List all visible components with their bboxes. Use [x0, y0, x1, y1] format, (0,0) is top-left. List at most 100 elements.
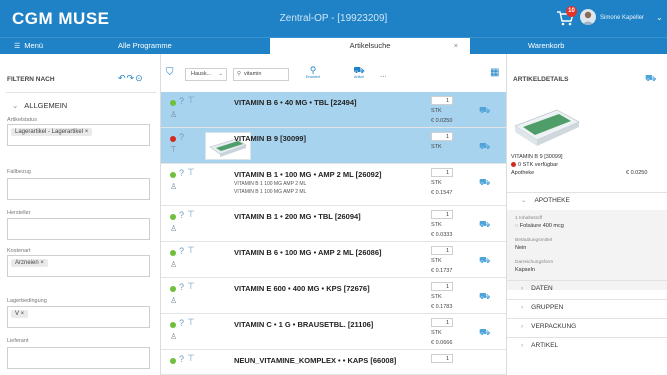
search-input[interactable]: ⚲ vitamin: [233, 68, 289, 81]
help-icon[interactable]: ?: [179, 168, 184, 178]
add-to-cart-icon[interactable]: ⛟: [479, 219, 490, 231]
tab-cart[interactable]: Warenkorb: [528, 38, 564, 55]
help-icon[interactable]: ?: [179, 210, 184, 220]
article-price: € 0.1783: [431, 304, 453, 310]
field-label: Betäubungsmittel: [515, 238, 553, 243]
status-dot: [170, 136, 176, 142]
field-value: Kapseln: [515, 267, 535, 273]
article-unit: STK: [431, 330, 442, 336]
filter-label: Artikelstatus: [7, 117, 37, 123]
filter-case-field[interactable]: [7, 178, 150, 200]
chevron-right-icon: ›: [521, 304, 524, 311]
notification-badge: 10: [566, 6, 577, 17]
table-row[interactable]: ? ⊤ ♙ VITAMIN C • 1 G • BRAUSETBL. [2110…: [161, 314, 506, 350]
section-article[interactable]: › ARTIKEL: [507, 337, 667, 353]
field-value: Nein: [515, 245, 527, 251]
add-to-cart-icon[interactable]: ⛟: [645, 73, 656, 85]
filter-chip[interactable]: V ×: [11, 310, 29, 318]
add-to-cart-icon[interactable]: ⛟: [479, 177, 490, 189]
quantity-input[interactable]: 1: [431, 246, 453, 255]
redo-icon[interactable]: ↷: [127, 73, 136, 83]
help-icon[interactable]: ?: [179, 132, 184, 142]
extended-search-button[interactable]: ⚲ Erweitert: [303, 65, 323, 79]
details-price: € 0.0250: [626, 170, 648, 176]
filter-icon[interactable]: ⛉: [166, 67, 174, 78]
reset-icon[interactable]: ⊙: [135, 73, 144, 83]
undo-icon[interactable]: ↶: [118, 73, 127, 83]
quantity-input[interactable]: 1: [431, 168, 453, 177]
details-location: Apotheke: [511, 170, 535, 176]
section-packaging[interactable]: › VERPACKUNG: [507, 318, 667, 334]
tab-all-programs[interactable]: Alle Programme: [118, 38, 172, 55]
filter-label: Fallbezug: [7, 169, 31, 175]
section-data[interactable]: › DATEN: [507, 280, 667, 296]
table-row[interactable]: ? ⊤ ♙ VITAMIN B 6 • 40 MG • TBL [22494] …: [161, 92, 506, 128]
status-dot: [170, 214, 176, 220]
article-price: € 0.0666: [431, 340, 453, 346]
article-button[interactable]: ⛟ Artikel: [349, 65, 369, 79]
article-unit: STK: [431, 108, 442, 114]
table-row[interactable]: ? ⊤ ♙ VITAMIN B 1 • 100 MG • AMP 2 ML [2…: [161, 164, 506, 206]
pharmacy-details: 1 Inhaltsstoff ◌ Folsäure 400 mcg Betäub…: [507, 210, 667, 290]
filter-group-general[interactable]: ⌄ ALLGEMEIN: [12, 101, 67, 110]
filter-supplier-field[interactable]: [7, 347, 150, 369]
details-stock: 0 STK verfügbar: [511, 162, 558, 168]
table-row[interactable]: ? ⊤ ♙ VITAMIN B 1 • 200 MG • TBL [26094]…: [161, 206, 506, 242]
person-icon: ♙: [170, 182, 178, 191]
add-to-cart-icon[interactable]: ⛟: [479, 105, 490, 117]
article-unit: STK: [431, 144, 442, 150]
help-icon[interactable]: ?: [179, 96, 184, 106]
grid-view-icon[interactable]: ▦: [490, 67, 499, 78]
add-to-cart-icon[interactable]: ⛟: [479, 291, 490, 303]
help-icon[interactable]: ?: [179, 282, 184, 292]
help-icon[interactable]: ?: [179, 354, 184, 364]
user-name[interactable]: Simone Kapeller: [600, 15, 644, 21]
quantity-input[interactable]: 1: [431, 210, 453, 219]
filter-chip[interactable]: Lagerartikel - Lagerartikel ×: [11, 128, 93, 136]
filter-costtype-field[interactable]: Arzneien ×: [7, 255, 150, 277]
help-icon[interactable]: ?: [179, 318, 184, 328]
chevron-right-icon: ›: [521, 285, 524, 292]
table-row[interactable]: ? ⊤ NEUN_VITAMINE_KOMPLEX • • KAPS [6600…: [161, 350, 506, 375]
quantity-input[interactable]: 1: [431, 282, 453, 291]
filter-label: Kostenart: [7, 248, 31, 254]
table-row[interactable]: ? ⊤ VITAMIN B 9 [30099] 1 STK ⛟: [161, 128, 506, 164]
temperature-icon: ⊤: [187, 167, 195, 177]
cart-icon: ⛟: [353, 65, 365, 75]
article-name: VITAMIN B 6 • 100 MG • AMP 2 ML [26086]: [234, 248, 382, 257]
location-select[interactable]: Hausk... ⌄: [185, 68, 227, 81]
table-row[interactable]: ? ⊤ ♙ VITAMIN E 600 • 400 MG • KPS [7267…: [161, 278, 506, 314]
person-icon: ♙: [170, 110, 178, 119]
add-to-cart-icon[interactable]: ⛟: [479, 255, 490, 267]
article-name: VITAMIN B 1 • 100 MG • AMP 2 ML [26092]: [234, 170, 382, 179]
add-to-cart-icon[interactable]: ⛟: [479, 141, 490, 153]
quantity-input[interactable]: 1: [431, 318, 453, 327]
close-icon[interactable]: ×: [454, 38, 458, 54]
section-groups[interactable]: › GRUPPEN: [507, 299, 667, 315]
filter-label: Hersteller: [7, 210, 31, 216]
article-price: € 0.0250: [431, 118, 453, 124]
tab-menu[interactable]: ☰ Menü: [14, 38, 43, 55]
article-unit: STK: [431, 222, 442, 228]
section-pharmacy[interactable]: ⌄ APOTHEKE: [507, 192, 667, 208]
filter-status-field[interactable]: Lagerartikel - Lagerartikel ×: [7, 124, 150, 146]
quantity-input[interactable]: 1: [431, 132, 453, 141]
article-name: VITAMIN B 1 • 200 MG • TBL [26094]: [234, 212, 361, 221]
avatar[interactable]: [580, 9, 596, 25]
details-title: ARTIKELDETAILS: [513, 76, 569, 83]
tab-article-search[interactable]: Artikelsuche ×: [270, 38, 470, 55]
filter-manufacturer-field[interactable]: [7, 218, 150, 240]
quantity-input[interactable]: 1: [431, 354, 453, 363]
more-button[interactable]: ...: [380, 70, 387, 79]
filter-chip[interactable]: Arzneien ×: [11, 259, 48, 267]
status-dot: [170, 172, 176, 178]
filter-storage-field[interactable]: V ×: [7, 306, 150, 328]
add-to-cart-icon[interactable]: ⛟: [479, 327, 490, 339]
quantity-input[interactable]: 1: [431, 96, 453, 105]
temperature-icon: ⊤: [170, 145, 177, 154]
table-row[interactable]: ? ⊤ ♙ VITAMIN B 6 • 100 MG • AMP 2 ML [2…: [161, 242, 506, 278]
help-icon[interactable]: ?: [179, 246, 184, 256]
temperature-icon: ⊤: [187, 281, 195, 291]
article-price: € 0.1547: [431, 190, 453, 196]
chevron-down-icon[interactable]: ⌄: [656, 13, 663, 22]
